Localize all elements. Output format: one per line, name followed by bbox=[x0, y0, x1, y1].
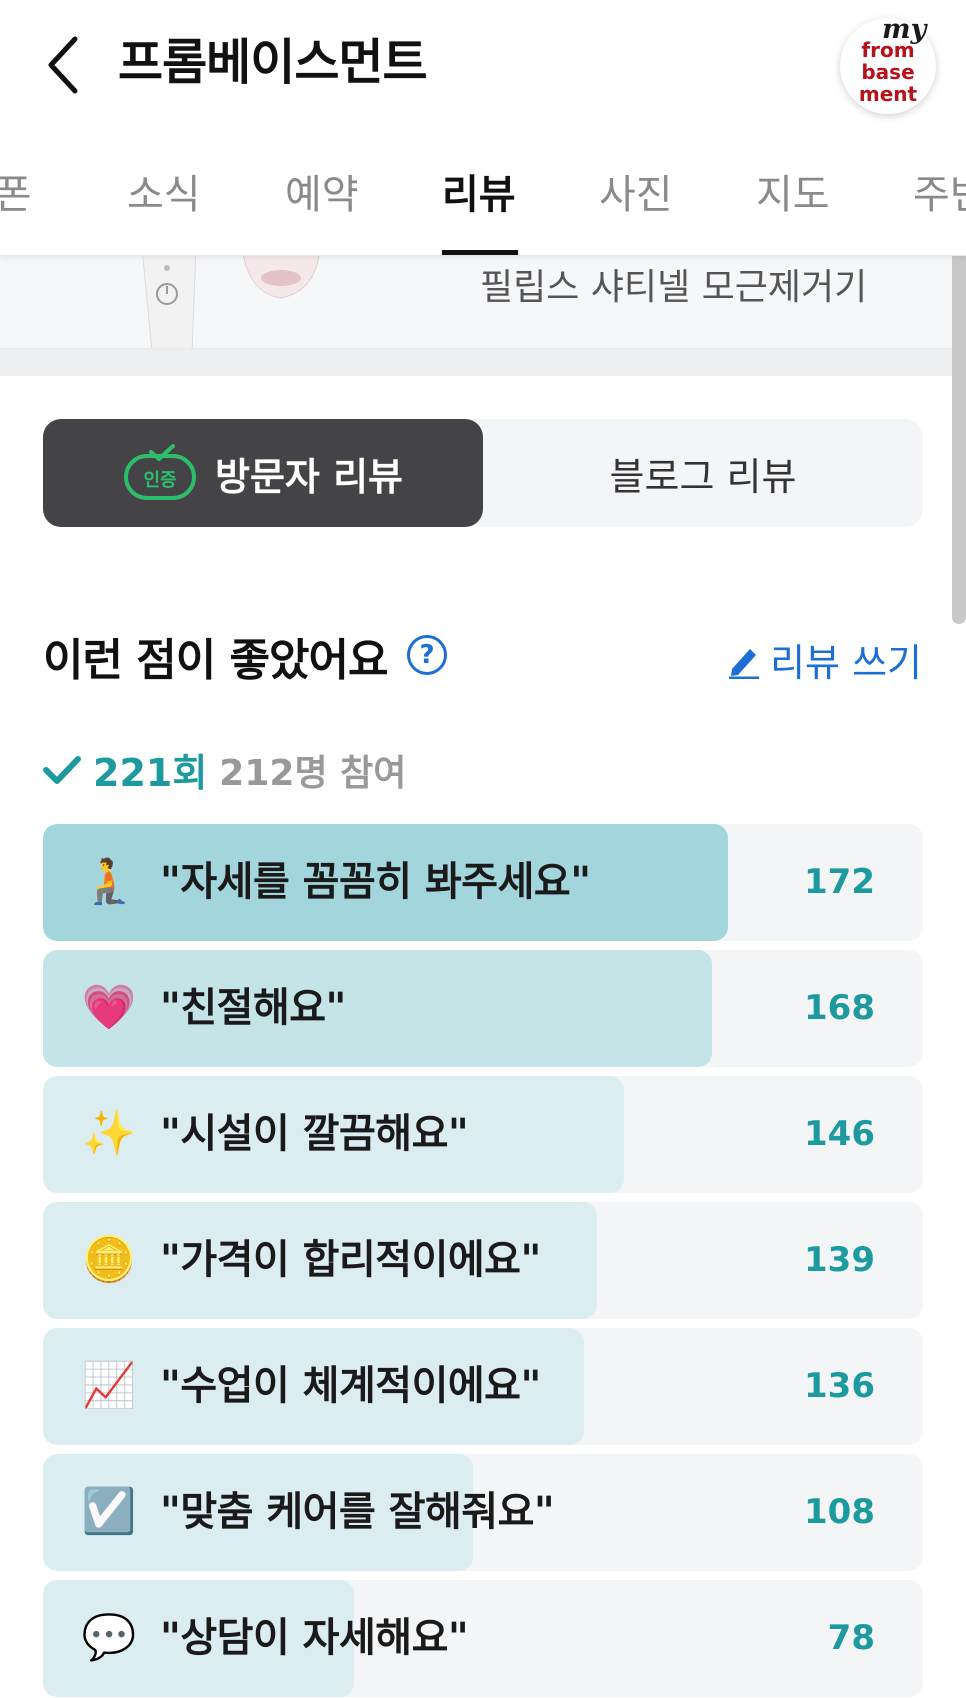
keyword-label: "가격이 합리적이에요" bbox=[160, 1237, 541, 1283]
keyword-label: "시설이 깔끔해요" bbox=[160, 1111, 469, 1157]
heart-icon: 💗 bbox=[81, 982, 137, 1033]
visitor-review-label: 방문자 리뷰 bbox=[214, 454, 404, 499]
speech-bubble-icon: 💬 bbox=[81, 1612, 137, 1663]
tab-photos[interactable]: 사진 bbox=[599, 162, 673, 220]
tab-map[interactable]: 지도 bbox=[756, 162, 830, 220]
logo-line-1: from bbox=[861, 38, 915, 62]
write-review-link[interactable]: 리뷰 쓰기 bbox=[726, 632, 922, 687]
brand-logo: my from base ment bbox=[840, 14, 936, 114]
blog-review-label: 블로그 리뷰 bbox=[609, 454, 797, 499]
keyword-row[interactable]: 📈 "수업이 체계적이에요" 136 bbox=[43, 1328, 923, 1445]
product-image bbox=[142, 256, 320, 348]
pencil-icon bbox=[729, 648, 760, 679]
stretch-icon: 🧎 bbox=[81, 856, 137, 907]
tab-bar: 쿠폰 소식 예약 리뷰 사진 지도 주변 bbox=[0, 140, 966, 256]
visitor-review-tab[interactable]: 인증 방문자 리뷰 bbox=[43, 419, 483, 527]
blog-review-tab[interactable]: 블로그 리뷰 bbox=[483, 419, 923, 527]
keyword-label: "상담이 자세해요" bbox=[160, 1615, 469, 1661]
keyword-label: "자세를 꼼꼼히 봐주세요" bbox=[160, 859, 591, 905]
keyword-label: "수업이 체계적이에요" bbox=[160, 1363, 541, 1409]
active-tab-indicator bbox=[442, 250, 518, 255]
keyword-count: 146 bbox=[804, 1114, 875, 1154]
checkbox-icon: ☑️ bbox=[81, 1486, 137, 1537]
keyword-bar-fill bbox=[43, 950, 712, 1067]
section-divider bbox=[0, 350, 966, 376]
back-button[interactable] bbox=[38, 30, 88, 100]
keyword-count: 136 bbox=[804, 1366, 875, 1406]
tab-nearby[interactable]: 주변 bbox=[913, 162, 966, 220]
coin-icon: 🪙 bbox=[81, 1234, 137, 1285]
logo-line-3: ment bbox=[858, 82, 918, 106]
review-stats: 221회 212명 참여 bbox=[43, 742, 406, 797]
keyword-count: 139 bbox=[804, 1240, 875, 1280]
review-type-toggle: 인증 방문자 리뷰 블로그 리뷰 bbox=[43, 419, 923, 527]
keyword-count: 108 bbox=[804, 1492, 875, 1532]
verified-badge-icon: 인증 bbox=[123, 444, 196, 500]
keyword-row[interactable]: 💬 "상담이 자세해요" 78 bbox=[43, 1580, 923, 1697]
tab-news[interactable]: 소식 bbox=[127, 162, 201, 220]
checkmark-icon bbox=[43, 755, 81, 784]
keyword-count: 172 bbox=[804, 862, 875, 902]
sparkles-icon: ✨ bbox=[81, 1108, 137, 1159]
logo-line-2: base bbox=[861, 60, 915, 84]
product-name: 필립스 샤티넬 모근제거기 bbox=[480, 267, 868, 308]
tab-reservation[interactable]: 예약 bbox=[285, 162, 359, 220]
verified-badge-text: 인증 bbox=[143, 470, 176, 491]
keyword-count: 168 bbox=[804, 988, 875, 1028]
scrollbar[interactable] bbox=[952, 212, 966, 624]
keyword-row[interactable]: 🪙 "가격이 합리적이에요" 139 bbox=[43, 1202, 923, 1319]
keyword-row[interactable]: ☑️ "맞춤 케어를 잘해줘요" 108 bbox=[43, 1454, 923, 1571]
keyword-row[interactable]: 💗 "친절해요" 168 bbox=[43, 950, 923, 1067]
product-card[interactable]: 필립스 샤티넬 모근제거기 bbox=[0, 256, 966, 350]
keyword-list: 🧎 "자세를 꼼꼼히 봐주세요" 172 💗 "친절해요" 168 ✨ "시설이… bbox=[43, 824, 923, 1698]
keyword-label: "친절해요" bbox=[160, 985, 346, 1031]
chart-up-icon: 📈 bbox=[81, 1360, 137, 1411]
keyword-row[interactable]: ✨ "시설이 깔끔해요" 146 bbox=[43, 1076, 923, 1193]
page-title: 프롬베이스먼트 bbox=[118, 34, 428, 91]
vote-count: 221회 bbox=[93, 751, 208, 795]
keyword-label: "맞춤 케어를 잘해줘요" bbox=[160, 1489, 555, 1535]
keyword-count: 78 bbox=[827, 1618, 875, 1658]
section-title: 이런 점이 좋았어요 bbox=[43, 635, 388, 686]
tab-coupon[interactable]: 쿠폰 bbox=[0, 162, 32, 220]
write-review-label: 리뷰 쓰기 bbox=[770, 641, 922, 685]
help-icon[interactable]: ? bbox=[407, 635, 447, 675]
app-header: 프롬베이스먼트 my from base ment bbox=[0, 0, 966, 130]
keyword-row[interactable]: 🧎 "자세를 꼼꼼히 봐주세요" 172 bbox=[43, 824, 923, 941]
tab-reviews[interactable]: 리뷰 bbox=[442, 162, 516, 220]
participant-count: 212명 참여 bbox=[219, 752, 407, 794]
chevron-left-icon bbox=[48, 36, 78, 94]
